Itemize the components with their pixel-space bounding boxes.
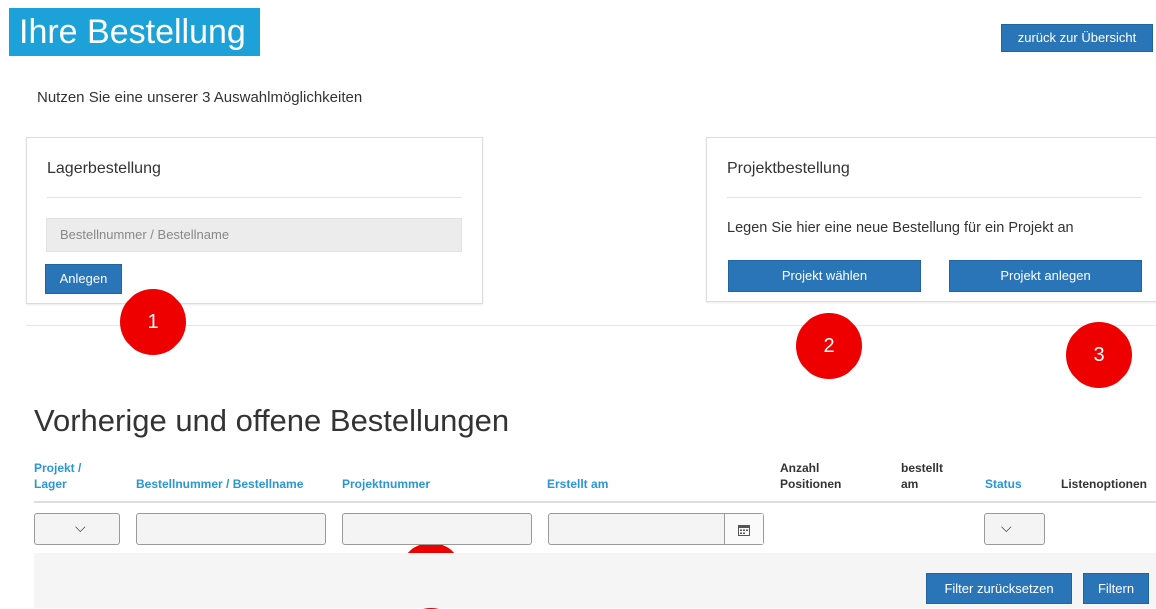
intro-text: Nutzen Sie eine unserer 3 Auswahlmöglich…: [37, 89, 363, 106]
column-header-bestellnummer[interactable]: Bestellnummer / Bestellname: [136, 476, 303, 492]
step-badge-3: 3: [1066, 322, 1132, 388]
projekt-lager-filter-select[interactable]: ⌵: [34, 513, 120, 545]
page-title: Ihre Bestellung: [9, 8, 260, 56]
lager-panel-divider: [47, 197, 462, 198]
chevron-down-icon: ⌵: [1001, 519, 1012, 535]
lager-panel-title: Lagerbestellung: [47, 160, 161, 177]
erstellt-filter-input[interactable]: [548, 513, 764, 545]
apply-filter-button[interactable]: Filtern: [1083, 573, 1149, 604]
reset-filter-button[interactable]: Filter zurücksetzen: [926, 573, 1072, 604]
projekt-panel-title: Projektbestellung: [727, 160, 850, 177]
back-to-overview-button[interactable]: zurück zur Übersicht: [1001, 24, 1153, 52]
projekt-panel-divider: [727, 197, 1142, 198]
column-header-anzahl: Anzahl Positionen: [780, 460, 841, 492]
status-filter-select[interactable]: ⌵: [984, 513, 1045, 545]
projekt-panel: Projektbestellung Legen Sie hier eine ne…: [706, 137, 1156, 302]
bestellnummer-filter-input[interactable]: [136, 513, 326, 545]
lager-create-button[interactable]: Anlegen: [45, 264, 122, 294]
projekt-description: Legen Sie hier eine neue Bestellung für …: [727, 220, 1074, 236]
table-header-line: [34, 501, 1156, 503]
column-header-line: Lager: [34, 477, 67, 491]
column-header-erstellt[interactable]: Erstellt am: [547, 476, 608, 492]
projektnummer-filter-input[interactable]: [342, 513, 532, 545]
column-header-line: am: [901, 477, 919, 491]
column-header-line: Anzahl: [780, 461, 820, 475]
section-divider: [26, 325, 1156, 326]
column-header-projektnummer[interactable]: Projektnummer: [342, 476, 430, 492]
step-badge-2: 2: [796, 313, 862, 379]
orders-section-title: Vorherige und offene Bestellungen: [34, 403, 510, 438]
calendar-icon[interactable]: [724, 514, 763, 544]
chevron-down-icon: ⌵: [75, 519, 86, 535]
create-project-button[interactable]: Projekt anlegen: [949, 260, 1142, 292]
column-header-line: bestellt: [901, 461, 944, 475]
choose-project-button[interactable]: Projekt wählen: [728, 260, 921, 292]
column-header-projekt-lager[interactable]: Projekt / Lager: [34, 460, 81, 492]
column-header-line: Projekt /: [34, 461, 82, 475]
column-header-bestellt: bestellt am: [901, 460, 943, 492]
column-header-listenoptionen: Listenoptionen: [1061, 477, 1147, 491]
column-header-status[interactable]: Status: [985, 476, 1022, 492]
column-header-line: Positionen: [780, 477, 842, 491]
lager-panel: Lagerbestellung Bestellnummer / Bestelln…: [26, 137, 483, 304]
order-name-input[interactable]: Bestellnummer / Bestellname: [46, 218, 462, 252]
